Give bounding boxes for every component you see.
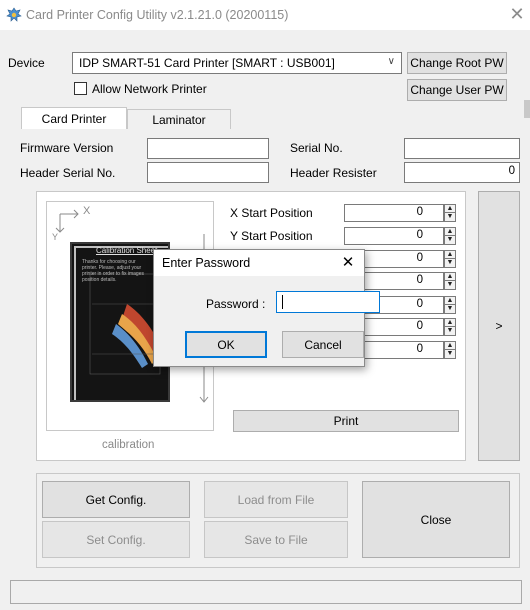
spin-up-icon[interactable]: ▲ — [445, 319, 455, 327]
cancel-button[interactable]: Cancel — [282, 331, 364, 358]
axis-y-label: Y — [52, 232, 59, 242]
status-bar — [10, 580, 522, 604]
set-config-button[interactable]: Set Config. — [42, 521, 190, 558]
password-label: Password : — [206, 297, 266, 311]
tab-laminator-label: Laminator — [152, 112, 206, 127]
spin-down-icon[interactable]: ▼ — [445, 213, 455, 221]
spin-down-icon[interactable]: ▼ — [445, 281, 455, 289]
tab-card-printer-label: Card Printer — [41, 111, 107, 126]
allow-network-checkbox[interactable] — [74, 82, 87, 95]
preview-caption: calibration — [102, 439, 155, 451]
spin-down-icon[interactable]: ▼ — [445, 236, 455, 244]
load-from-file-button[interactable]: Load from File — [204, 481, 348, 518]
spin-down-icon[interactable]: ▼ — [445, 327, 455, 335]
spin-up-icon[interactable]: ▲ — [445, 342, 455, 350]
y-start-label: Y Start Position — [230, 229, 313, 243]
position-spinner-4[interactable]: ▲ ▼ — [444, 272, 456, 290]
spin-up-icon[interactable]: ▲ — [445, 251, 455, 259]
device-select-value: IDP SMART-51 Card Printer [SMART : USB00… — [79, 56, 335, 70]
header-resister-field[interactable]: 0 — [404, 162, 520, 183]
card-printer-icon — [6, 7, 22, 23]
firmware-field[interactable] — [147, 138, 269, 159]
change-user-pw-button[interactable]: Change User PW — [407, 79, 507, 101]
spin-up-icon[interactable]: ▲ — [445, 297, 455, 305]
position-spinner-3[interactable]: ▲ ▼ — [444, 250, 456, 268]
position-spinner-6[interactable]: ▲ ▼ — [444, 318, 456, 336]
firmware-label: Firmware Version — [20, 141, 114, 155]
scrollbar-thumb[interactable] — [524, 100, 530, 118]
position-spinner-5[interactable]: ▲ ▼ — [444, 296, 456, 314]
header-serial-field[interactable] — [147, 162, 269, 183]
spin-down-icon[interactable]: ▼ — [445, 305, 455, 313]
spin-down-icon[interactable]: ▼ — [445, 259, 455, 267]
header-serial-label: Header Serial No. — [20, 166, 116, 180]
change-root-pw-button[interactable]: Change Root PW — [407, 52, 507, 74]
next-page-button[interactable]: > — [478, 191, 520, 461]
dialog-close-icon[interactable]: ✕ — [339, 253, 357, 273]
close-button[interactable]: Close — [362, 481, 510, 558]
text-cursor — [282, 295, 283, 309]
allow-network-label: Allow Network Printer — [92, 82, 207, 96]
window-title: Card Printer Config Utility v2.1.21.0 (2… — [26, 8, 289, 22]
print-button[interactable]: Print — [233, 410, 459, 432]
position-spinner-7[interactable]: ▲ ▼ — [444, 341, 456, 359]
header-resister-label: Header Resister — [290, 166, 377, 180]
y-start-spinner[interactable]: ▲ ▼ — [444, 227, 456, 245]
sheet-title: Calibration Sheet — [96, 246, 158, 255]
device-label: Device — [8, 56, 45, 70]
spin-up-icon[interactable]: ▲ — [445, 273, 455, 281]
x-start-label: X Start Position — [230, 206, 313, 220]
password-dialog: Enter Password ✕ Password : OK Cancel — [153, 249, 380, 367]
spin-up-icon[interactable]: ▲ — [445, 205, 455, 213]
dialog-title: Enter Password — [162, 256, 251, 270]
chevron-down-icon: ∨ — [387, 56, 395, 67]
spin-up-icon[interactable]: ▲ — [445, 228, 455, 236]
y-start-input[interactable]: 0 — [344, 227, 444, 245]
tab-card-printer[interactable]: Card Printer — [21, 107, 127, 129]
window-close-icon[interactable]: ✕ — [508, 5, 526, 23]
save-to-file-button[interactable]: Save to File — [204, 521, 348, 558]
sheet-text: Thanks for choosing our printer. Please,… — [82, 259, 144, 283]
tab-laminator[interactable]: Laminator — [127, 109, 231, 129]
get-config-button[interactable]: Get Config. — [42, 481, 190, 518]
x-start-input[interactable]: 0 — [344, 204, 444, 222]
serial-field[interactable] — [404, 138, 520, 159]
ok-button[interactable]: OK — [185, 331, 267, 358]
axis-x-label: X — [83, 205, 91, 217]
spin-down-icon[interactable]: ▼ — [445, 350, 455, 358]
x-start-spinner[interactable]: ▲ ▼ — [444, 204, 456, 222]
serial-label: Serial No. — [290, 141, 343, 155]
password-input[interactable] — [276, 291, 380, 313]
device-select[interactable]: IDP SMART-51 Card Printer [SMART : USB00… — [72, 52, 402, 74]
